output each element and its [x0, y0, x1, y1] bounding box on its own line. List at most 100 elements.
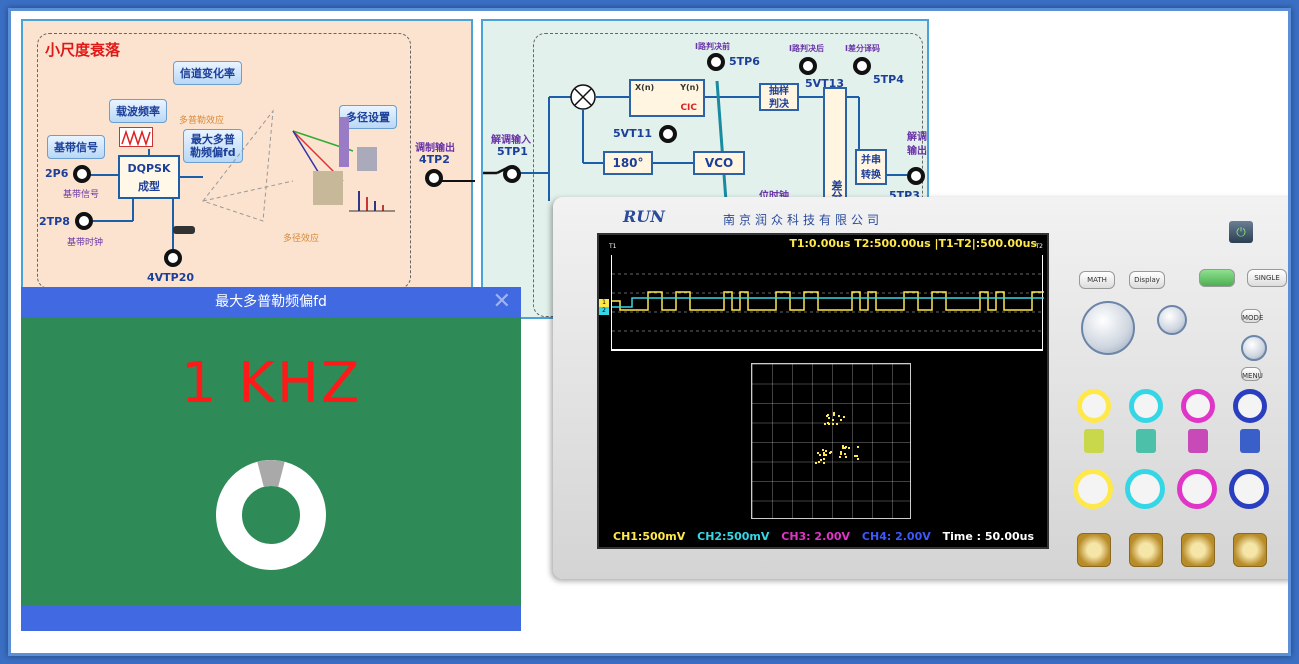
menu-button[interactable]: MENU	[1241, 367, 1263, 381]
trigger-level-knob[interactable]	[1241, 335, 1267, 361]
multipath-effect-label: 多径效应	[283, 234, 320, 244]
ch1-button[interactable]	[1084, 429, 1104, 453]
ch3-button[interactable]	[1188, 429, 1208, 453]
ch3-bnc-connector	[1181, 533, 1215, 567]
scope-header: RUN 南京润众科技有限公司	[567, 205, 1267, 227]
constellation-point	[839, 456, 841, 458]
oscilloscope: RUN 南京润众科技有限公司 ⏻ T1:0.00us T2:500.00us |…	[553, 197, 1288, 579]
constellation-point	[857, 458, 859, 460]
constellation-point	[828, 417, 830, 419]
ch2-scale-knob[interactable]	[1125, 469, 1165, 509]
run-stop-button[interactable]	[1199, 269, 1235, 287]
tp-5tp6-label: 5TP6	[729, 55, 760, 68]
vertical-position-knob[interactable]	[1081, 301, 1135, 355]
constellation-points	[815, 412, 859, 464]
ch3-scale: CH3: 2.00V	[781, 530, 851, 543]
ch1-scale: CH1:500mV	[613, 530, 686, 543]
yn-label: Y(n)	[680, 83, 699, 92]
ch4-scale-knob[interactable]	[1229, 469, 1269, 509]
constellation-point	[828, 423, 830, 425]
ps-line1: 并串	[861, 155, 881, 166]
testpoint-2tp8[interactable]	[75, 212, 93, 230]
i-diff-label: I差分译码	[845, 44, 880, 53]
constellation-point	[824, 423, 826, 425]
testpoint-5tp6[interactable]	[707, 53, 725, 71]
constellation-point	[819, 454, 821, 456]
dialog-title-text: 最大多普勒频偏fd	[215, 294, 327, 310]
horizontal-position-knob[interactable]	[1157, 305, 1187, 335]
parallel-serial-block: 并串 转换	[855, 149, 887, 185]
ch1-scale-knob[interactable]	[1073, 469, 1113, 509]
ch2-scale: CH2:500mV	[697, 530, 770, 543]
ps-line2: 转换	[861, 170, 881, 181]
vco-block: VCO	[693, 151, 745, 175]
constellation-point	[838, 415, 840, 417]
testpoint-4tp2[interactable]	[425, 169, 443, 187]
constellation-point	[848, 447, 850, 449]
max-doppler-dialog: 最大多普勒频偏fd ✕ 1 KHZ	[21, 287, 521, 631]
time-cursor-readout: T1:0.00us T2:500.00us |T1-T2|:500.00us	[789, 237, 1037, 250]
constellation-point	[840, 419, 842, 421]
power-icon[interactable]: ⏻	[1229, 221, 1253, 243]
demod-out-line2: 输出	[907, 146, 927, 157]
constellation-point	[830, 451, 832, 453]
waveform-grid	[611, 255, 1052, 351]
testpoint-5vt13[interactable]	[799, 57, 817, 75]
ch1-bnc-connector	[1077, 533, 1111, 567]
brand-logo: RUN	[623, 207, 665, 226]
ch3-position-ring[interactable]	[1181, 389, 1215, 423]
mode-button[interactable]: MODE	[1241, 309, 1263, 323]
testpoint-4vtp20[interactable]	[164, 249, 182, 267]
math-button[interactable]: MATH	[1079, 271, 1115, 289]
display-button[interactable]: Display	[1129, 271, 1165, 289]
close-icon[interactable]: ✕	[493, 287, 511, 317]
tp-5tp1-label: 5TP1	[497, 145, 528, 158]
dialog-title: 最大多普勒频偏fd ✕	[21, 287, 521, 317]
testpoint-5tp1[interactable]	[503, 165, 521, 183]
testpoint-5tp4[interactable]	[853, 57, 871, 75]
constellation-point	[818, 461, 820, 463]
constellation-point	[823, 452, 825, 454]
ch2-position-ring[interactable]	[1129, 389, 1163, 423]
constellation-point	[844, 453, 846, 455]
constellation-point	[827, 414, 829, 416]
sample-line1: 抽样	[769, 86, 789, 97]
constellation-point	[817, 452, 819, 454]
testpoint-5vt11[interactable]	[659, 125, 677, 143]
ch3-scale-knob[interactable]	[1177, 469, 1217, 509]
tp-4vtp20-label: 4VTP20	[147, 271, 195, 284]
doppler-value: 1 KHZ	[180, 351, 362, 416]
single-button[interactable]: SINGLE	[1247, 269, 1287, 287]
testpoint-demod-out[interactable]	[907, 167, 925, 185]
baseband-clock-label: 基带时钟	[67, 238, 104, 248]
i-after-label: I路判决后	[789, 44, 824, 53]
ch2-button[interactable]	[1136, 429, 1156, 453]
constellation-point	[845, 456, 847, 458]
sample-decide-block: 抽样 判决	[759, 83, 799, 111]
company-name: 南京润众科技有限公司	[723, 213, 884, 227]
constellation-point	[832, 419, 834, 421]
ch4-position-ring[interactable]	[1233, 389, 1267, 423]
cic-label: CIC	[680, 103, 697, 113]
ch1-position-ring[interactable]	[1077, 389, 1111, 423]
dialog-footer	[21, 605, 521, 631]
constellation-point	[843, 416, 845, 418]
demod-out-line1: 解调	[907, 132, 927, 143]
constellation-point	[823, 454, 825, 456]
constellation-point	[840, 451, 842, 453]
fading-wiring	[89, 109, 475, 249]
testpoint-2p6[interactable]	[73, 165, 91, 183]
constellation-point	[845, 446, 847, 448]
ch4-button[interactable]	[1240, 429, 1260, 453]
constellation-point	[857, 446, 859, 448]
constellation-point	[825, 454, 827, 456]
constellation-point	[832, 423, 834, 425]
doppler-knob-gauge[interactable]	[211, 455, 331, 575]
ch2-bnc-connector	[1129, 533, 1163, 567]
tp-2p6-label: 2P6	[45, 167, 69, 180]
xn-label: X(n)	[635, 83, 655, 92]
constellation-point	[856, 455, 858, 457]
timebase: Time : 50.00us	[942, 530, 1035, 543]
constellation-point	[825, 450, 827, 452]
scope-screen: T1:0.00us T2:500.00us |T1-T2|:500.00us T…	[597, 233, 1052, 549]
